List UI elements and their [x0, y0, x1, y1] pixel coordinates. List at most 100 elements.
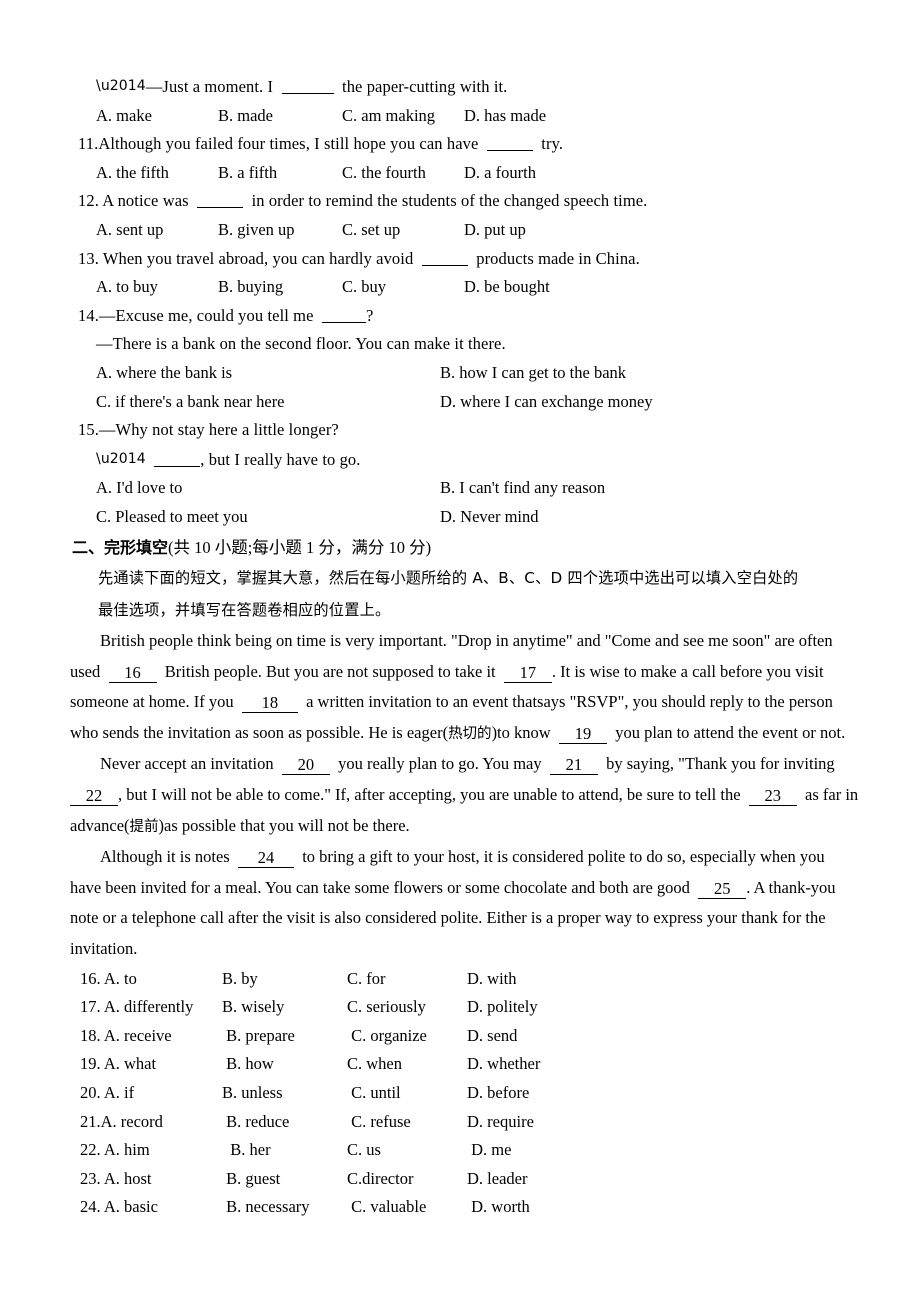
option-b[interactable]: B. made: [218, 102, 342, 131]
option-d[interactable]: D. be bought: [464, 273, 550, 302]
option-d[interactable]: D. where I can exchange money: [440, 388, 653, 417]
section-two-heading: 二、完形填空(共 10 小题;每小题 1 分，满分 10 分): [70, 534, 850, 563]
option-d[interactable]: D. worth: [467, 1193, 530, 1222]
answer-blank: [154, 452, 201, 467]
numbered-blank-20[interactable]: 20: [281, 756, 330, 776]
answer-blank: [421, 251, 468, 266]
option-c[interactable]: C. until: [347, 1079, 467, 1108]
option-d[interactable]: D. send: [467, 1022, 517, 1051]
option-a[interactable]: 21.A. record: [80, 1108, 222, 1137]
cloze-option-row: 16. A. to B. by C. for D. with: [70, 965, 850, 994]
chinese-gloss: 提前: [129, 818, 159, 835]
option-d[interactable]: D. me: [467, 1136, 511, 1165]
option-c[interactable]: C. when: [347, 1050, 467, 1079]
option-b[interactable]: B. how I can get to the bank: [440, 359, 626, 388]
passage-text: who sends the invitation as soon as poss…: [70, 722, 449, 742]
option-b[interactable]: B. buying: [218, 273, 342, 302]
option-d[interactable]: D. put up: [464, 216, 526, 245]
passage-text: . A thank-you: [746, 877, 836, 897]
option-d[interactable]: D. Never mind: [440, 503, 539, 532]
passage-text: you plan to attend the event or not.: [615, 722, 846, 742]
option-a[interactable]: A. where the bank is: [96, 359, 440, 388]
option-d[interactable]: D. leader: [467, 1165, 527, 1194]
option-c[interactable]: C. us: [347, 1136, 467, 1165]
option-d[interactable]: D. has made: [464, 102, 546, 131]
cloze-option-row: 19. A. what B. how C. when D. whether: [70, 1050, 850, 1079]
numbered-blank-19[interactable]: 19: [558, 724, 607, 744]
option-c[interactable]: C. organize: [347, 1022, 467, 1051]
option-b[interactable]: B. prepare: [222, 1022, 347, 1051]
passage-text: you really plan to go. You may: [338, 754, 542, 774]
option-b[interactable]: B. reduce: [222, 1108, 347, 1137]
option-c[interactable]: C. set up: [342, 216, 464, 245]
dash-glyph: \u2014: [96, 450, 146, 467]
option-c[interactable]: C. valuable: [347, 1193, 467, 1222]
option-b[interactable]: B. unless: [222, 1079, 347, 1108]
option-b[interactable]: B. necessary: [222, 1193, 347, 1222]
option-c[interactable]: C. for: [347, 965, 467, 994]
option-a[interactable]: A. make: [96, 102, 218, 131]
option-b[interactable]: B. her: [222, 1136, 347, 1165]
option-a[interactable]: 22. A. him: [80, 1136, 222, 1165]
option-b[interactable]: B. I can't find any reason: [440, 474, 605, 503]
option-a[interactable]: 20. A. if: [80, 1079, 222, 1108]
option-a[interactable]: 24. A. basic: [80, 1193, 222, 1222]
answer-blank: [197, 193, 244, 209]
option-c[interactable]: C. Pleased to meet you: [96, 503, 440, 532]
numbered-blank-22[interactable]: 22: [70, 787, 118, 807]
question-10-stem: \u2014—Just a moment. I the paper-cuttin…: [70, 72, 850, 102]
question-10-stem-prefix: —Just a moment. I: [145, 77, 274, 96]
question-14-reply: —There is a bank on the second floor. Yo…: [96, 334, 506, 354]
option-a[interactable]: 19. A. what: [80, 1050, 222, 1079]
option-b[interactable]: B. given up: [218, 216, 342, 245]
option-b[interactable]: B. a fifth: [218, 159, 342, 188]
option-b[interactable]: B. wisely: [222, 993, 347, 1022]
passage-text: Never accept an invitation: [100, 754, 274, 774]
passage-text: British people. But you are not supposed…: [164, 661, 496, 681]
section-two-heading-tail: (共 10 小题;每小题 1 分，满分 10 分): [168, 537, 432, 557]
numbered-blank-21[interactable]: 21: [549, 756, 598, 776]
numbered-blank-18[interactable]: 18: [241, 694, 298, 714]
option-a[interactable]: A. sent up: [96, 216, 218, 245]
numbered-blank-17[interactable]: 17: [503, 663, 552, 683]
option-c[interactable]: C. buy: [342, 273, 464, 302]
option-c[interactable]: C. seriously: [347, 993, 467, 1022]
option-c[interactable]: C. if there's a bank near here: [96, 388, 440, 417]
option-c[interactable]: C. am making: [342, 102, 464, 131]
option-a[interactable]: 16. A. to: [80, 965, 222, 994]
option-a[interactable]: A. I'd love to: [96, 474, 440, 503]
question-11-stem-prefix: 11.Although you failed four times, I sti…: [78, 134, 479, 154]
option-a[interactable]: A. to buy: [96, 273, 218, 302]
numbered-blank-16[interactable]: 16: [108, 663, 157, 683]
option-b[interactable]: B. by: [222, 965, 347, 994]
question-12-stem: 12. A notice was in order to remind the …: [70, 187, 850, 216]
option-c[interactable]: C. refuse: [347, 1108, 467, 1137]
option-a[interactable]: 23. A. host: [80, 1165, 222, 1194]
numbered-blank-24[interactable]: 24: [237, 849, 294, 869]
question-11-options: A. the fifth B. a fifth C. the fourth D.…: [70, 159, 850, 188]
option-a[interactable]: 18. A. receive: [80, 1022, 222, 1051]
passage-line: who sends the invitation as soon as poss…: [70, 718, 850, 750]
option-d[interactable]: D. with: [467, 965, 517, 994]
question-15-options-row1: A. I'd love to B. I can't find any reaso…: [70, 474, 850, 503]
passage-line: someone at home. If you 18 a written inv…: [70, 687, 850, 718]
question-14-stem: 14.—Excuse me, could you tell me ?: [70, 302, 850, 331]
option-a[interactable]: 17. A. differently: [80, 993, 222, 1022]
option-b[interactable]: B. guest: [222, 1165, 347, 1194]
option-d[interactable]: D. before: [467, 1079, 529, 1108]
option-a[interactable]: A. the fifth: [96, 159, 218, 188]
option-c[interactable]: C.director: [347, 1165, 467, 1194]
numbered-blank-25[interactable]: 25: [698, 879, 747, 899]
option-d[interactable]: D. politely: [467, 993, 538, 1022]
option-d[interactable]: D. whether: [467, 1050, 540, 1079]
option-b[interactable]: B. how: [222, 1050, 347, 1079]
question-14-options-row1: A. where the bank is B. how I can get to…: [70, 359, 850, 388]
option-d[interactable]: D. require: [467, 1108, 534, 1137]
option-d[interactable]: D. a fourth: [464, 159, 536, 188]
passage-text: a written invitation to an event thatsay…: [306, 692, 833, 712]
question-10-stem-suffix: the paper-cutting with it.: [342, 77, 508, 96]
passage-line: advance(提前)as possible that you will not…: [70, 811, 850, 843]
numbered-blank-23[interactable]: 23: [748, 787, 797, 807]
section-two-instruction-line-2: 最佳选项，并填写在答题卷相应的位置上。: [98, 601, 391, 620]
option-c[interactable]: C. the fourth: [342, 159, 464, 188]
